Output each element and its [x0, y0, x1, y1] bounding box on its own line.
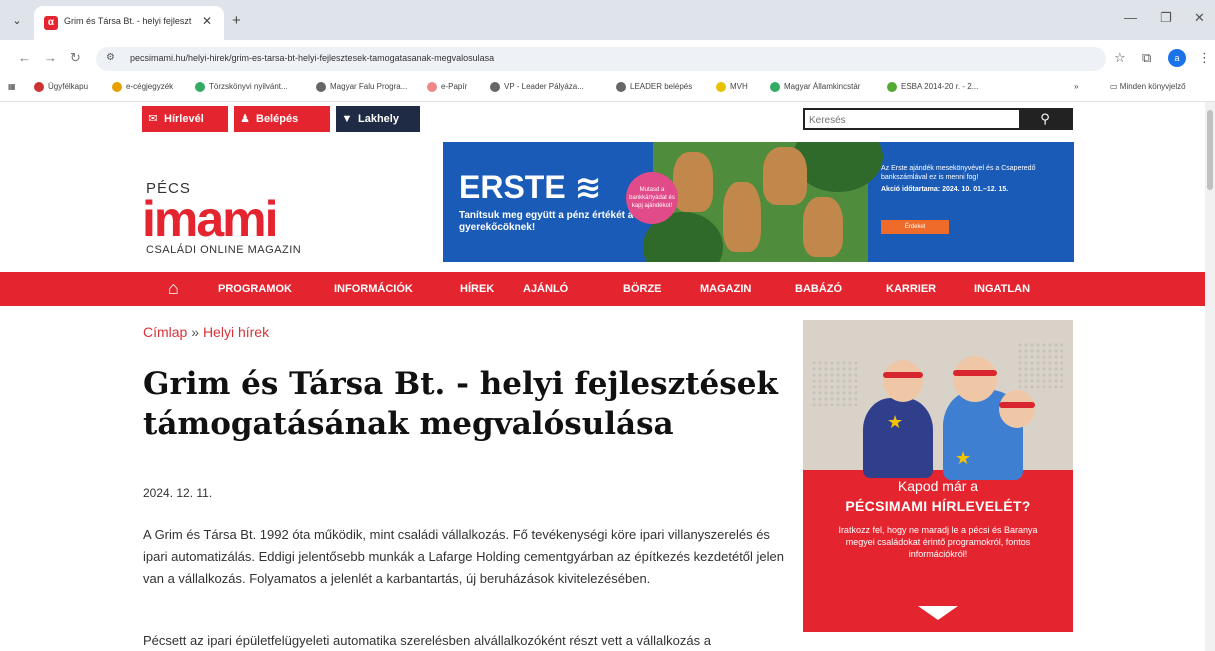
nav-ingatlan[interactable]: INGATLAN	[974, 283, 1030, 295]
menu-kebab-icon[interactable]: ⋮	[1198, 50, 1211, 66]
bookmark-favicon-icon	[427, 82, 437, 92]
bookmark-item[interactable]: Törzskönyvi nyilvánt...	[195, 82, 288, 92]
bookmark-favicon-icon	[112, 82, 122, 92]
residence-dropdown[interactable]: ▼ Lakhely	[336, 106, 420, 132]
bookmark-item[interactable]: Ügyfélkapu	[34, 82, 88, 92]
erste-logo: ERSTE ≋	[459, 169, 602, 205]
ad-intro: Kapod már a	[897, 478, 979, 494]
url-text[interactable]: pecsimami.hu/helyi-hirek/grim-es-tarsa-b…	[130, 53, 494, 63]
logo-wordmark: imami	[142, 191, 279, 247]
browser-tab-strip: ⌄ α Grim és Társa Bt. - helyi fejleszt ✕…	[0, 0, 1215, 40]
minimize-icon[interactable]: —	[1124, 10, 1137, 25]
bookmarks-bar: ▦ Ügyfélkapu e-cégjegyzék Törzskönyvi ny…	[0, 76, 1215, 102]
search-icon[interactable]: ⚲	[1019, 110, 1071, 128]
newsletter-ad[interactable]: ★ ★ Kapod már a PÉCSIMAMI HÍRLEVELÉT? Ir…	[803, 320, 1073, 632]
restore-icon[interactable]: ❐	[1160, 10, 1172, 26]
nav-babazo[interactable]: BABÁZÓ	[795, 283, 842, 295]
browser-tab-active[interactable]: α Grim és Társa Bt. - helyi fejleszt ✕	[34, 6, 224, 40]
site-search: ⚲	[803, 108, 1073, 130]
bookmark-item[interactable]: LEADER belépés	[616, 82, 692, 92]
bookmark-item[interactable]: e-cégjegyzék	[112, 82, 173, 92]
profile-avatar[interactable]: a	[1168, 49, 1186, 67]
ad-title: PÉCSIMAMI HÍRLEVELÉT?	[845, 498, 1031, 514]
close-window-icon[interactable]: ✕	[1194, 10, 1205, 26]
triangle-down-icon: ▼	[341, 113, 353, 125]
all-bookmarks-folder[interactable]: ▭ Minden könyvjelző	[1110, 82, 1186, 91]
bookmark-favicon-icon	[316, 82, 326, 92]
logo-subtitle: CSALÁDI ONLINE MAGAZIN	[146, 244, 302, 256]
banner-badge: Mutasd a bankkártyádat és kapj ajándékot…	[626, 172, 678, 224]
address-toolbar: ← → ↻ ⚙ pecsimami.hu/helyi-hirek/grim-es…	[0, 40, 1215, 76]
star-icon: ★	[955, 448, 972, 468]
forward-icon[interactable]: →	[44, 50, 57, 65]
back-icon[interactable]: ←	[18, 50, 31, 65]
page-scrollbar[interactable]	[1205, 102, 1215, 651]
bookmark-favicon-icon	[490, 82, 500, 92]
envelope-icon: ✉	[148, 113, 158, 125]
star-icon: ★	[887, 412, 904, 432]
bookmark-favicon-icon	[195, 82, 205, 92]
site-logo[interactable]: PÉCS imami CSALÁDI ONLINE MAGAZIN	[142, 176, 332, 266]
reload-icon[interactable]: ↻	[70, 50, 81, 66]
nav-informaciok[interactable]: INFORMÁCIÓK	[334, 283, 413, 295]
breadcrumb: Címlap » Helyi hírek	[143, 324, 269, 340]
nav-borze[interactable]: BÖRZE	[623, 283, 662, 295]
bookmark-item[interactable]: e-Papír	[427, 82, 467, 92]
bookmark-favicon-icon	[616, 82, 626, 92]
extensions-icon[interactable]: ⧉	[1142, 50, 1151, 66]
main-navigation: ⌂ PROGRAMOK INFORMÁCIÓK HÍREK AJÁNLÓ BÖR…	[0, 272, 1205, 306]
new-tab-button[interactable]: +	[232, 12, 241, 29]
erste-s-icon: ≋	[574, 169, 602, 205]
newsletter-button[interactable]: ✉ Hírlevél	[142, 106, 228, 132]
bookmark-item[interactable]: Magyar Falu Progra...	[316, 82, 407, 92]
erste-ad-banner[interactable]: ERSTE ≋ Tanítsuk meg együtt a pénz érték…	[443, 142, 1074, 262]
search-input[interactable]	[809, 112, 1009, 128]
tab-close-icon[interactable]: ✕	[202, 14, 212, 28]
more-bookmarks-icon[interactable]: »	[1074, 82, 1078, 91]
article-paragraph: Pécsett az ipari épületfelügyeleti autom…	[143, 633, 711, 648]
login-button[interactable]: ♟ Belépés	[234, 106, 330, 132]
bookmark-item[interactable]: VP - Leader Pályáza...	[490, 82, 584, 92]
bookmark-favicon-icon	[770, 82, 780, 92]
home-icon[interactable]: ⌂	[168, 278, 179, 299]
address-bar[interactable]: ⚙ pecsimami.hu/helyi-hirek/grim-es-tarsa…	[96, 47, 1106, 71]
banner-body-text: Az Erste ajándék mesekönyvével és a Csap…	[881, 165, 1036, 193]
ad-description: Iratkozz fel, hogy ne maradj le a pécsi …	[838, 525, 1038, 559]
nav-karrier[interactable]: KARRIER	[886, 283, 936, 295]
page-content: ✉Hírlevél ♟Belépés ▼Lakhely ⚲ PÉCS imami…	[0, 102, 1205, 651]
article-paragraph: A Grim és Társa Bt. 1992 óta működik, mi…	[143, 527, 784, 586]
nav-hirek[interactable]: HÍREK	[460, 283, 494, 295]
bookmark-favicon-icon	[887, 82, 897, 92]
article-date: 2024. 12. 11.	[143, 486, 213, 500]
bookmark-star-icon[interactable]: ☆	[1114, 50, 1126, 66]
superhero-family-photo: ★ ★	[803, 320, 1073, 480]
breadcrumb-separator: »	[191, 324, 200, 340]
nav-programok[interactable]: PROGRAMOK	[218, 283, 292, 295]
user-icon: ♟	[240, 113, 250, 125]
deer-illustration	[643, 142, 883, 262]
arrow-down-icon	[918, 606, 958, 620]
site-favicon-icon: α	[44, 16, 58, 30]
site-info-icon[interactable]: ⚙	[106, 52, 115, 63]
bookmark-favicon-icon	[716, 82, 726, 92]
article-title: Grim és Társa Bt. - helyi fejlesztések t…	[143, 366, 778, 442]
tab-title: Grim és Társa Bt. - helyi fejleszt	[64, 16, 192, 26]
folder-icon: ▭	[1110, 82, 1120, 91]
nav-magazin[interactable]: MAGAZIN	[700, 283, 751, 295]
tab-search-icon[interactable]: ⌄	[6, 11, 28, 31]
banner-cta-button[interactable]: Érdekel	[881, 220, 949, 234]
bookmark-favicon-icon	[34, 82, 44, 92]
apps-grid-icon[interactable]: ▦	[8, 82, 16, 91]
breadcrumb-home-link[interactable]: Címlap	[143, 324, 187, 340]
breadcrumb-section-link[interactable]: Helyi hírek	[203, 324, 269, 340]
bookmark-item[interactable]: ESBA 2014-20 r. - 2...	[887, 82, 978, 92]
banner-tagline: Tanítsuk meg együtt a pénz értékét a gye…	[459, 210, 634, 233]
scrollbar-thumb[interactable]	[1207, 110, 1213, 190]
nav-ajanlo[interactable]: AJÁNLÓ	[523, 283, 568, 295]
bookmark-item[interactable]: Magyar Államkincstár	[770, 82, 860, 92]
bookmark-item[interactable]: MVH	[716, 82, 748, 92]
